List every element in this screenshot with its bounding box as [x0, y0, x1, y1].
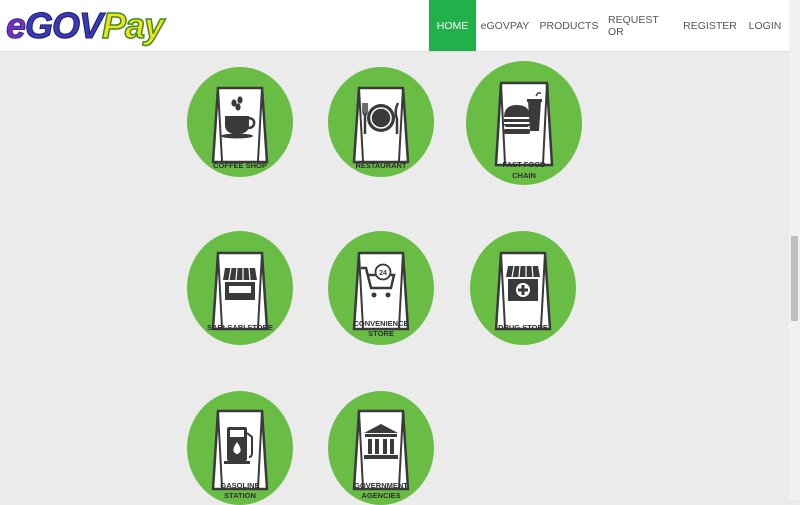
gasoline-label-1: GASOLINE	[220, 481, 260, 490]
government-label-2: AGENCIES	[361, 491, 401, 500]
category-sari-sari-store[interactable]: SARI-SARI STORE	[187, 231, 293, 345]
logo-gov: GOV	[25, 5, 104, 46]
government-label-1: GOVERNMENT	[354, 481, 408, 490]
nav-register[interactable]: REGISTER	[682, 0, 738, 51]
convenience-label-1: CONVENIENCE	[353, 319, 409, 328]
navbar: eGOVPay HOME eGOVPAY PRODUCTS REQUEST OR…	[0, 0, 789, 52]
fast-food-label-1: FAST FOOD	[502, 160, 546, 169]
restaurant-label: RESTAURANT	[355, 161, 407, 170]
sari-sari-store-label: SARI-SARI STORE	[206, 323, 274, 332]
logo-e: e	[5, 5, 26, 46]
logo-pay: Pay	[101, 5, 165, 46]
24-hour-badge: 24	[379, 270, 387, 277]
category-gasoline-station[interactable]: GASOLINE STATION	[187, 391, 293, 505]
nav-products[interactable]: PRODUCTS	[538, 0, 600, 51]
category-coffee-shop[interactable]: COFFEE SHOP	[187, 67, 293, 177]
scrollbar-thumb[interactable]	[791, 236, 798, 321]
nav-request[interactable]: REQUEST OR	[608, 0, 674, 51]
category-convenience-store[interactable]: 24 CONVENIENCE STORE	[328, 231, 434, 345]
nav-login[interactable]: LOGIN	[746, 0, 784, 51]
category-fast-food-chain[interactable]: FAST FOOD CHAIN	[466, 61, 582, 185]
coffee-shop-label: COFFEE SHOP	[213, 161, 267, 170]
category-restaurant[interactable]: RESTAURANT	[328, 67, 434, 177]
egovpay-logo[interactable]: eGOVPay	[5, 5, 165, 46]
fast-food-label-2: CHAIN	[512, 171, 536, 180]
drug-store-label: DRUG STORE	[498, 323, 548, 332]
nav-egovpay[interactable]: eGOVPAY	[480, 0, 530, 51]
category-government-agencies[interactable]: GOVERNMENT AGENCIES	[328, 391, 434, 505]
category-drug-store[interactable]: DRUG STORE	[470, 231, 576, 345]
page-scrollbar[interactable]	[789, 0, 800, 500]
gasoline-label-2: STATION	[224, 491, 256, 500]
nav-home[interactable]: HOME	[429, 0, 476, 51]
convenience-label-2: STORE	[368, 329, 394, 338]
